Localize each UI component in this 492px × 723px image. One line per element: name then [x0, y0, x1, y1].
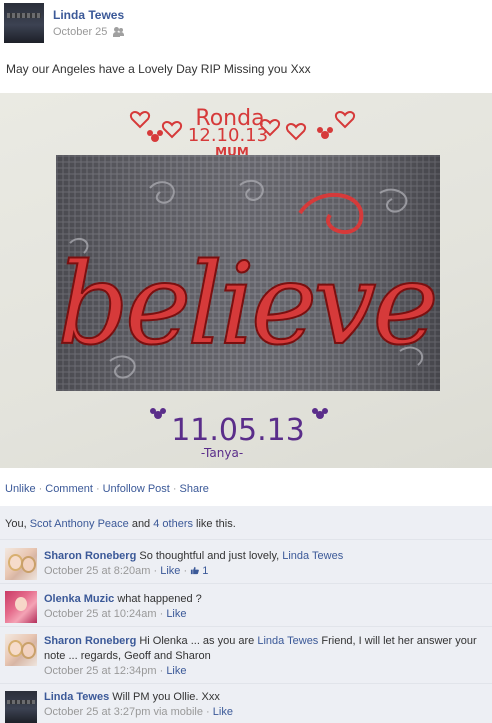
commenter-avatar[interactable] [5, 591, 37, 623]
commenter-avatar[interactable] [5, 548, 37, 580]
photo-top-date: 12.10.13 [188, 125, 268, 146]
thumbs-up-icon[interactable] [190, 566, 200, 575]
author-name-link[interactable]: Linda Tewes [53, 8, 124, 22]
comment-body: Linda Tewes Will PM you Ollie. Xxx Octob… [44, 691, 233, 718]
unlike-link[interactable]: Unlike [5, 483, 36, 495]
post-timestamp-link[interactable]: October 25 [53, 26, 107, 38]
comment-like-count[interactable]: 1 [202, 565, 208, 577]
comment-item: Olenka Muzic what happened ? October 25 … [0, 584, 492, 627]
post-header: Linda Tewes October 25 [0, 0, 492, 48]
photo-bottom-name: -Tanya- [201, 446, 243, 460]
comment-body: Sharon Roneberg So thoughtful and just l… [44, 550, 344, 577]
mention-link[interactable]: Linda Tewes [257, 635, 318, 647]
post-photo[interactable]: Ronda 12.10.13 MUM believe 11.05.13 -Tan… [0, 93, 492, 468]
comment-like-link[interactable]: Like [166, 608, 186, 620]
comment-timestamp[interactable]: October 25 at 12:34pm [44, 665, 157, 677]
commenter-name-link[interactable]: Sharon Roneberg [44, 635, 136, 647]
share-link[interactable]: Share [180, 483, 209, 495]
comment-body: Olenka Muzic what happened ? October 25 … [44, 593, 202, 620]
comment-like-link[interactable]: Like [213, 706, 233, 718]
photo-bottom-date: 11.05.13 [171, 413, 305, 448]
commenter-avatar[interactable] [5, 691, 37, 723]
comment-item: Sharon Roneberg Hi Olenka ... as you are… [0, 627, 492, 684]
commenter-name-link[interactable]: Olenka Muzic [44, 593, 114, 605]
mention-link[interactable]: Linda Tewes [282, 550, 343, 562]
comment-link[interactable]: Comment [45, 483, 93, 495]
post-meta: October 25 [53, 26, 125, 38]
commenter-avatar[interactable] [5, 634, 37, 666]
comment-timestamp[interactable]: October 25 at 3:27pm via mobile [44, 706, 203, 718]
comment-like-link[interactable]: Like [160, 565, 180, 577]
commenter-name-link[interactable]: Sharon Roneberg [44, 550, 136, 562]
author-avatar[interactable] [4, 3, 44, 43]
comment-timestamp[interactable]: October 25 at 8:20am [44, 565, 150, 577]
comment-like-link[interactable]: Like [166, 665, 186, 677]
like-sentence: You, Scot Anthony Peace and 4 others lik… [5, 518, 236, 530]
unfollow-post-link[interactable]: Unfollow Post [103, 483, 170, 495]
post-actions: Unlike · Comment · Unfollow Post · Share [5, 483, 209, 495]
photo-believe-word: believe [57, 240, 434, 370]
comment-timestamp[interactable]: October 25 at 10:24am [44, 608, 157, 620]
liker-link[interactable]: Scot Anthony Peace [30, 518, 129, 530]
comment-item: Sharon Roneberg So thoughtful and just l… [0, 540, 492, 584]
commenter-name-link[interactable]: Linda Tewes [44, 691, 109, 703]
like-sentence-row: You, Scot Anthony Peace and 4 others lik… [0, 506, 492, 540]
comment-body: Sharon Roneberg Hi Olenka ... as you are… [44, 635, 477, 677]
feedback-section: You, Scot Anthony Peace and 4 others lik… [0, 506, 492, 723]
comment-item: Linda Tewes Will PM you Ollie. Xxx Octob… [0, 684, 492, 723]
others-like-link[interactable]: 4 others [153, 518, 193, 530]
post-message: May our Angeles have a Lovely Day RIP Mi… [6, 62, 311, 76]
friends-icon[interactable] [113, 27, 125, 37]
